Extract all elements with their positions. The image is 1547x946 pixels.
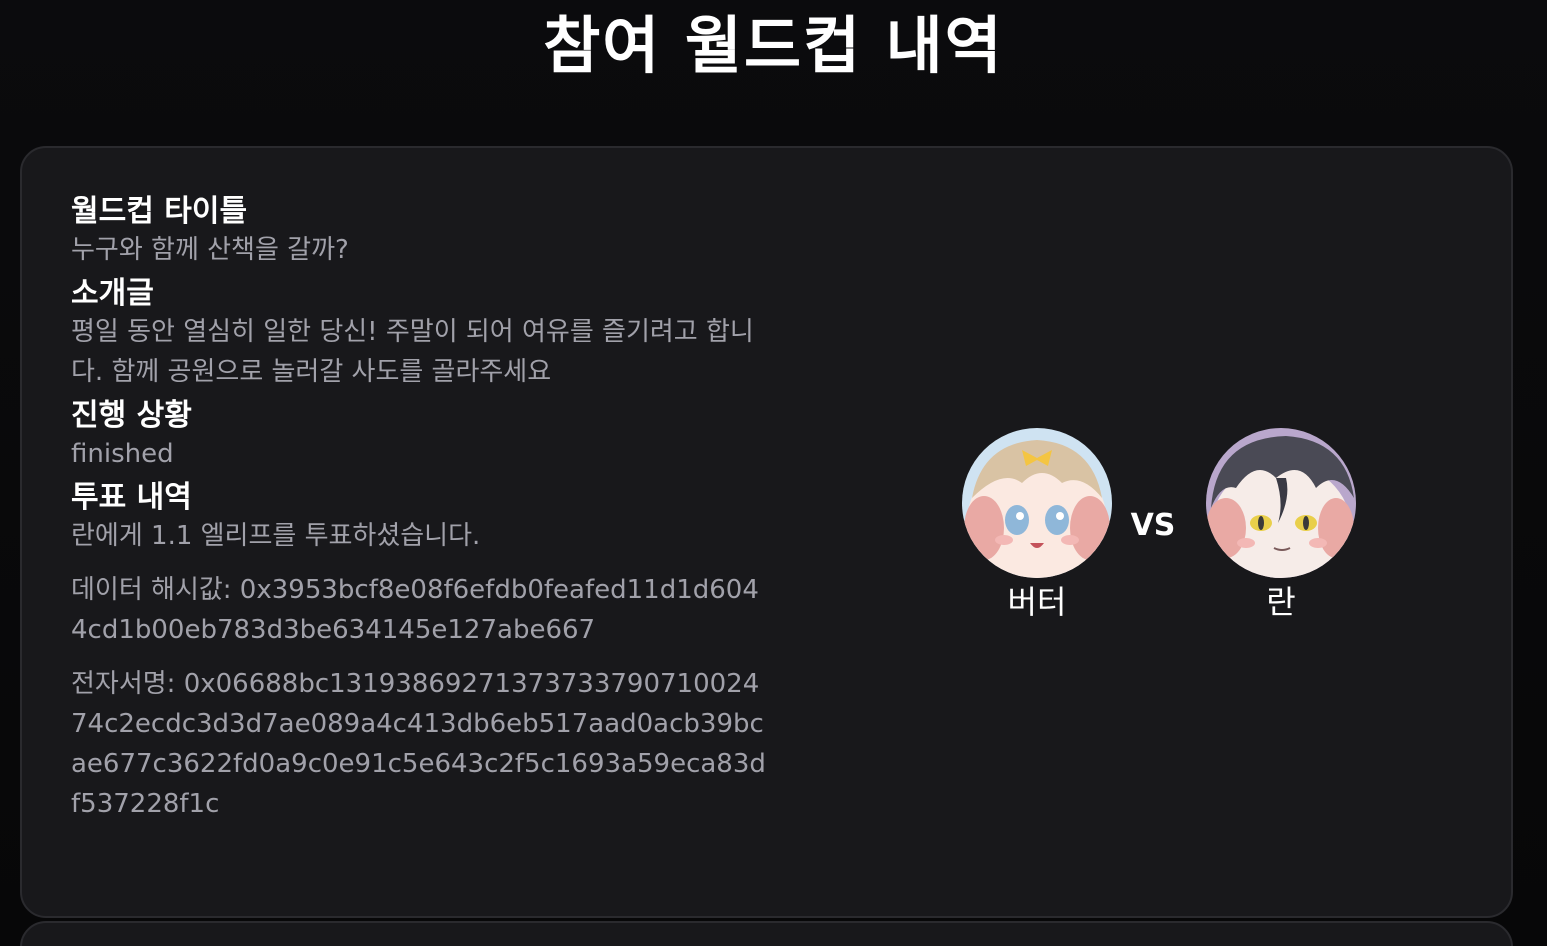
title-value: 누구와 함께 산책을 갈까? (71, 235, 349, 265)
matchup: 버터 VS 란 (962, 428, 1356, 628)
player-left[interactable]: 버터 (962, 428, 1112, 622)
vote-value: 란에게 1.1 엘리프를 투표하셨습니다. (71, 521, 481, 551)
status-label: 진행 상황 (71, 398, 192, 433)
worldcup-card: 월드컵 타이틀 누구와 함께 산책을 갈까? 소개글 평일 동안 열심히 일한 … (20, 146, 1513, 918)
page: 참여 월드컵 내역 월드컵 타이틀 누구와 함께 산책을 갈까? 소개글 평일 … (0, 0, 1547, 946)
player-right[interactable]: 란 (1206, 428, 1356, 622)
intro-label: 소개글 (71, 276, 154, 311)
vote-label: 투표 내역 (71, 480, 192, 515)
ran-avatar (1206, 428, 1356, 578)
intro-value: 평일 동안 열심히 일한 당신! 주말이 되어 여유를 즐기려고 합니다. 함께… (71, 317, 754, 387)
player-left-name: 버터 (1007, 583, 1067, 621)
data-hash: 데이터 해시값: 0x3953bcf8e08f6efdb0feafed11d1d… (71, 575, 759, 645)
worldcup-info: 월드컵 타이틀 누구와 함께 산책을 갈까? 소개글 평일 동안 열심히 일한 … (71, 194, 771, 824)
player-right-name: 란 (1266, 583, 1296, 621)
vs-label: VS (1130, 508, 1176, 543)
status-value: finished (71, 439, 174, 469)
digital-signature: 전자서명: 0x06688bc1319386927137373379071002… (71, 669, 766, 819)
page-title: 참여 월드컵 내역 (543, 9, 1004, 82)
butter-avatar (962, 428, 1112, 578)
next-worldcup-card (20, 921, 1513, 946)
title-label: 월드컵 타이틀 (71, 194, 248, 229)
